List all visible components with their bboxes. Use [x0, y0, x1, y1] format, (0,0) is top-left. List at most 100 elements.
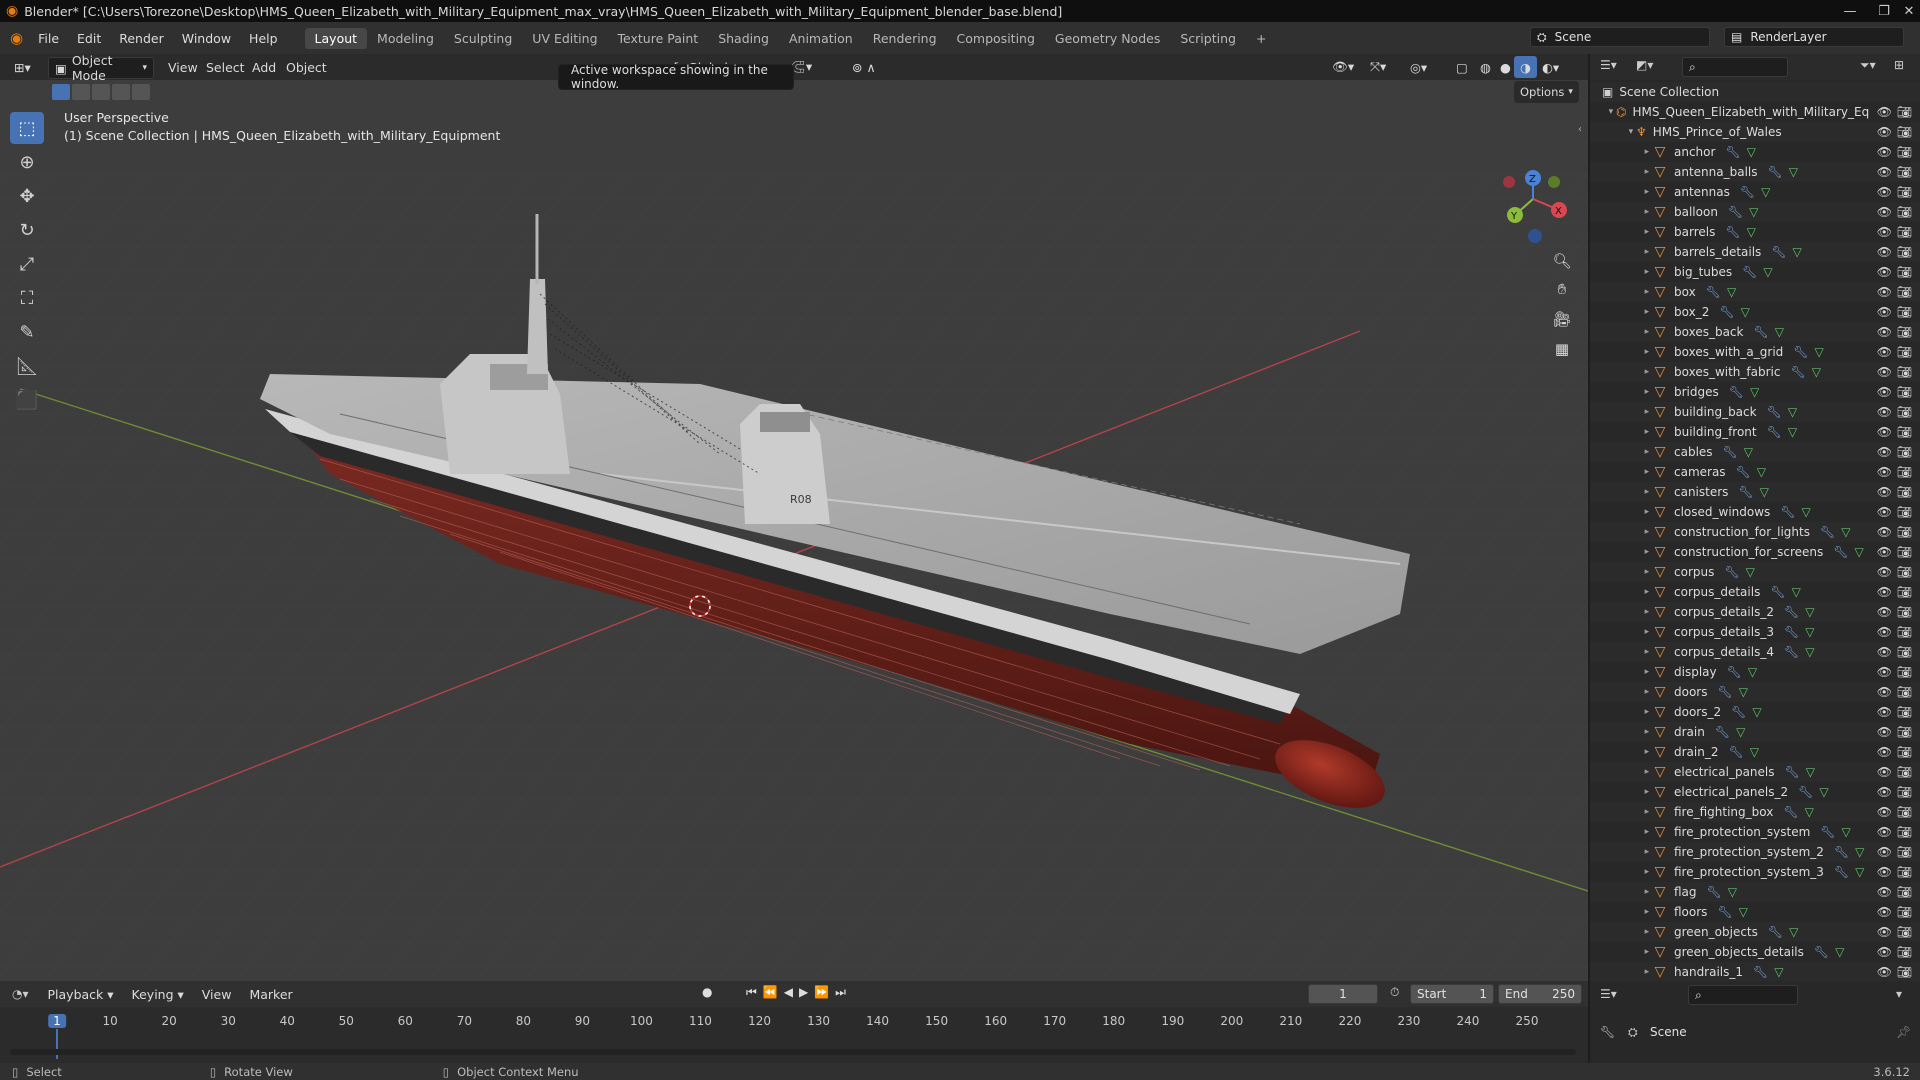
rendered-shading-icon[interactable]: ◐▾ — [1536, 56, 1565, 78]
expand-icon[interactable]: ▸ — [1590, 507, 1652, 517]
expand-icon[interactable]: ▸ — [1590, 647, 1652, 657]
mesh-data-icon[interactable]: ▽ — [1747, 145, 1756, 159]
eye-icon[interactable]: 👁︎ — [1877, 565, 1892, 579]
viewport-canvas[interactable]: R08 X Y Z — [0, 54, 1588, 981]
expand-icon[interactable]: ▸ — [1590, 467, 1652, 477]
expand-icon[interactable]: ▸ — [1590, 567, 1652, 577]
tab-uv-editing[interactable]: UV Editing — [522, 28, 607, 49]
outliner-item[interactable]: ▸ ▽ bridges 🔧︎ ▽ 👁︎ 📷︎ — [1590, 382, 1920, 402]
render-camera-icon[interactable]: 📷︎ — [1897, 445, 1912, 459]
render-camera-icon[interactable]: 📷︎ — [1897, 785, 1912, 799]
blender-menu-icon[interactable]: ◉ — [10, 29, 23, 47]
outliner-item[interactable]: ▸ ▽ green_objects_details 🔧︎ ▽ 👁︎ 📷︎ — [1590, 942, 1920, 962]
outliner-item[interactable]: ▸ ▽ antenna_balls 🔧︎ ▽ 👁︎ 📷︎ — [1590, 162, 1920, 182]
render-camera-icon[interactable]: 📷︎ — [1897, 285, 1912, 299]
editor-type-icon[interactable]: ⊞▾ — [8, 56, 37, 78]
menu-window[interactable]: Window — [173, 31, 240, 46]
sidebar-toggle-icon[interactable]: ‹ — [1578, 124, 1582, 135]
outliner-item[interactable]: ▸ ▽ fire_protection_system 🔧︎ ▽ 👁︎ 📷︎ — [1590, 822, 1920, 842]
scale-tool-icon[interactable]: ⤢ — [10, 248, 44, 280]
eye-icon[interactable]: 👁︎ — [1877, 445, 1892, 459]
mesh-data-icon[interactable]: ▽ — [1819, 785, 1828, 799]
render-camera-icon[interactable]: 📷︎ — [1897, 485, 1912, 499]
eye-icon[interactable]: 👁︎ — [1877, 365, 1892, 379]
proportional-edit-icon[interactable]: ⊚ ∧ — [846, 56, 882, 78]
timeline-editor[interactable]: ◔▾ Playback ▾ Keying ▾ View Marker ● ⏮⏪◀… — [0, 981, 1588, 1063]
eye-icon[interactable]: 👁︎ — [1877, 745, 1892, 759]
modifier-icon[interactable]: 🔧︎ — [1753, 965, 1768, 979]
mesh-data-icon[interactable]: ▽ — [1747, 225, 1756, 239]
modifier-icon[interactable]: 🔧︎ — [1770, 585, 1785, 599]
outliner-item[interactable]: ▸ ▽ construction_for_screens 🔧︎ ▽ 👁︎ 📷︎ — [1590, 542, 1920, 562]
outliner-item[interactable]: ▸ ▽ boxes_with_fabric 🔧︎ ▽ 👁︎ 📷︎ — [1590, 362, 1920, 382]
modifier-icon[interactable]: 🔧︎ — [1736, 465, 1751, 479]
render-camera-icon[interactable]: 📷︎ — [1897, 145, 1912, 159]
expand-icon[interactable]: ▸ — [1590, 967, 1652, 977]
expand-icon[interactable]: ▸ — [1590, 427, 1652, 437]
expand-icon[interactable]: ▸ — [1590, 667, 1652, 677]
outliner-item[interactable]: ▸ ▽ barrels 🔧︎ ▽ 👁︎ 📷︎ — [1590, 222, 1920, 242]
add-cube-tool-icon[interactable]: ⬛ — [10, 384, 44, 416]
outliner-item[interactable]: ▸ ▽ fire_fighting_box 🔧︎ ▽ 👁︎ 📷︎ — [1590, 802, 1920, 822]
eye-icon[interactable]: 👁︎ — [1877, 325, 1892, 339]
outliner-item[interactable]: ▸ ▽ corpus_details_2 🔧︎ ▽ 👁︎ 📷︎ — [1590, 602, 1920, 622]
modifier-icon[interactable]: 🔧︎ — [1820, 525, 1835, 539]
render-camera-icon[interactable]: 📷︎ — [1897, 865, 1912, 879]
modifier-icon[interactable]: 🔧︎ — [1706, 285, 1721, 299]
mesh-data-icon[interactable]: ▽ — [1805, 625, 1814, 639]
modifier-icon[interactable]: 🔧︎ — [1719, 305, 1734, 319]
gizmo-toggle-icon[interactable]: ⤧▾ — [1364, 56, 1392, 78]
render-camera-icon[interactable]: 📷︎ — [1897, 465, 1912, 479]
expand-icon[interactable]: ▸ — [1590, 367, 1652, 377]
expand-icon[interactable]: ▸ — [1590, 227, 1652, 237]
expand-icon[interactable]: ▸ — [1590, 347, 1652, 357]
eye-icon[interactable]: 👁︎ — [1877, 425, 1892, 439]
expand-icon[interactable]: ▸ — [1590, 627, 1652, 637]
expand-icon[interactable]: ▸ — [1590, 247, 1652, 257]
modifier-icon[interactable]: 🔧︎ — [1834, 845, 1849, 859]
select-intersect-icon[interactable] — [132, 84, 150, 100]
overlay-toggle-icon[interactable]: ◎▾ — [1404, 56, 1433, 78]
modifier-icon[interactable]: 🔧︎ — [1740, 185, 1755, 199]
eye-icon[interactable]: 👁︎ — [1877, 225, 1892, 239]
timeline-scrollbar[interactable] — [10, 1049, 1576, 1055]
modifier-icon[interactable]: 🔧︎ — [1783, 805, 1798, 819]
mesh-data-icon[interactable]: ▽ — [1805, 645, 1814, 659]
mesh-data-icon[interactable]: ▽ — [1750, 385, 1759, 399]
tab-rendering[interactable]: Rendering — [863, 28, 947, 49]
outliner-item[interactable]: ▸ ▽ building_front 🔧︎ ▽ 👁︎ 📷︎ — [1590, 422, 1920, 442]
modifier-icon[interactable]: 🔧︎ — [1717, 905, 1732, 919]
outliner-item[interactable]: ▸ ▽ drain 🔧︎ ▽ 👁︎ 📷︎ — [1590, 722, 1920, 742]
render-camera-icon[interactable]: 📷︎ — [1897, 565, 1912, 579]
outliner-item[interactable]: ▸ ▽ green_objects 🔧︎ ▽ 👁︎ 📷︎ — [1590, 922, 1920, 942]
eye-icon[interactable]: 👁︎ — [1877, 285, 1892, 299]
outliner-item[interactable]: ▸ ▽ balloon 🔧︎ ▽ 👁︎ 📷︎ — [1590, 202, 1920, 222]
outliner-item[interactable]: ▸ ▽ box_2 🔧︎ ▽ 👁︎ 📷︎ — [1590, 302, 1920, 322]
mesh-data-icon[interactable]: ▽ — [1746, 565, 1755, 579]
outliner-item[interactable]: ▸ ▽ flag 🔧︎ ▽ 👁︎ 📷︎ — [1590, 882, 1920, 902]
eye-icon[interactable]: 👁︎ — [1877, 385, 1892, 399]
eye-icon[interactable]: 👁︎ — [1877, 685, 1892, 699]
mesh-data-icon[interactable]: ▽ — [1841, 525, 1850, 539]
mesh-data-icon[interactable]: ▽ — [1752, 705, 1761, 719]
eye-icon[interactable]: 👁︎ — [1877, 805, 1892, 819]
expand-icon[interactable]: ▸ — [1590, 207, 1652, 217]
modifier-icon[interactable]: 🔧︎ — [1814, 945, 1829, 959]
menu-file[interactable]: File — [29, 31, 68, 46]
measure-tool-icon[interactable]: 📐︎ — [10, 350, 44, 382]
modifier-icon[interactable]: 🔧︎ — [1798, 785, 1813, 799]
expand-icon[interactable]: ▸ — [1590, 747, 1652, 757]
expand-icon[interactable]: ▾ — [1590, 107, 1616, 117]
outliner-item[interactable]: ▸ ▽ drain_2 🔧︎ ▽ 👁︎ 📷︎ — [1590, 742, 1920, 762]
select-extend-icon[interactable] — [72, 84, 90, 100]
outliner-item[interactable]: ▸ ▽ canisters 🔧︎ ▽ 👁︎ 📷︎ — [1590, 482, 1920, 502]
eye-icon[interactable]: 👁︎ — [1877, 705, 1892, 719]
expand-icon[interactable]: ▸ — [1590, 147, 1652, 157]
outliner-editor-icon[interactable]: ☰▾ — [1600, 58, 1617, 72]
eye-icon[interactable]: 👁︎ — [1877, 145, 1892, 159]
options-dropdown[interactable]: Options ▾ — [1514, 81, 1579, 103]
modifier-icon[interactable]: 🔧︎ — [1784, 645, 1799, 659]
modifier-icon[interactable]: 🔧︎ — [1725, 225, 1740, 239]
render-camera-icon[interactable]: 📷︎ — [1897, 345, 1912, 359]
modifier-icon[interactable]: 🔧︎ — [1725, 145, 1740, 159]
